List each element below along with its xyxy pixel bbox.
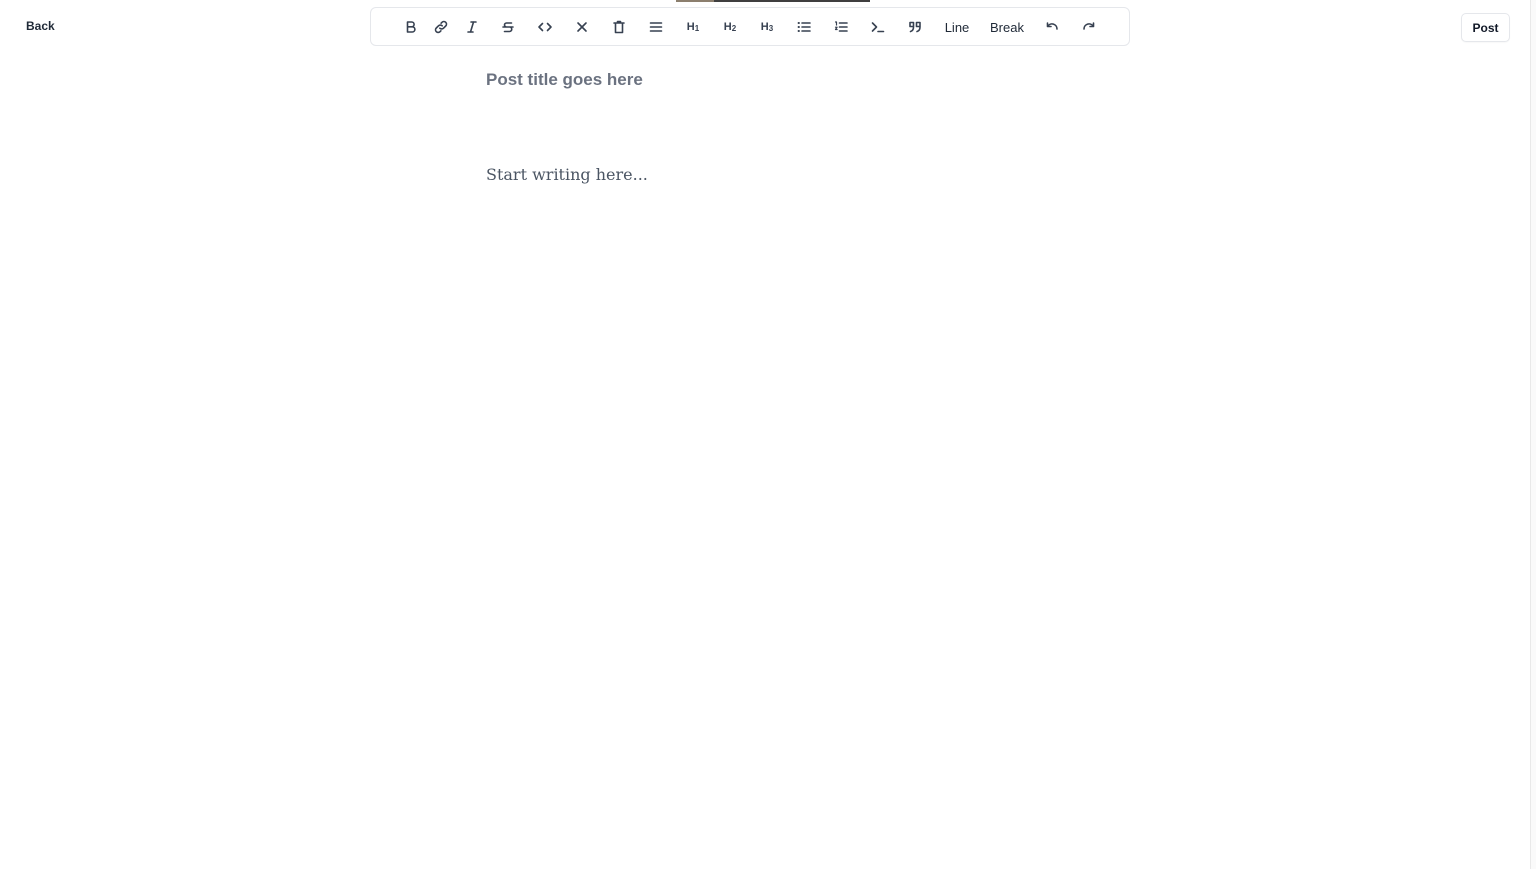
heading-3-button[interactable]: H3 — [755, 15, 779, 39]
bold-icon — [406, 21, 416, 33]
italic-button[interactable] — [462, 15, 482, 39]
terminal-icon — [871, 22, 885, 33]
redo-button[interactable] — [1079, 15, 1099, 39]
code-button[interactable] — [535, 15, 555, 39]
code-block-button[interactable] — [868, 15, 888, 39]
post-button[interactable]: Post — [1461, 13, 1510, 42]
scrollbar[interactable] — [1530, 0, 1536, 869]
heading-2-label: H2 — [723, 21, 737, 33]
redo-icon — [1083, 22, 1095, 30]
code-icon — [538, 22, 552, 32]
top-progress-segment — [676, 0, 714, 2]
heading-2-button[interactable]: H2 — [718, 15, 742, 39]
strikethrough-button[interactable] — [498, 15, 518, 39]
trash-icon — [613, 20, 625, 34]
italic-icon — [467, 21, 477, 33]
horizontal-rule-button[interactable]: Line — [941, 15, 973, 39]
close-icon — [577, 22, 587, 32]
post-title-input[interactable] — [486, 68, 1046, 92]
ordered-list-button[interactable] — [831, 15, 851, 39]
undo-icon — [1046, 22, 1058, 30]
menu-lines-icon — [649, 22, 663, 32]
clear-formatting-button[interactable] — [572, 15, 592, 39]
formatting-toolbar: H1 H2 H3 Line Break — [370, 7, 1130, 46]
heading-1-button[interactable]: H1 — [681, 15, 705, 39]
quote-icon — [909, 21, 921, 33]
hard-break-button[interactable]: Break — [987, 15, 1027, 39]
link-button[interactable] — [431, 15, 451, 39]
post-body-editor[interactable]: Start writing here... — [486, 165, 1046, 195]
top-progress-indicator — [676, 0, 870, 2]
heading-3-label: H3 — [760, 21, 774, 33]
delete-button[interactable] — [609, 15, 629, 39]
heading-1-label: H1 — [686, 21, 700, 33]
hard-break-label: Break — [990, 19, 1024, 35]
paragraph-button[interactable] — [646, 15, 666, 39]
strikethrough-icon — [502, 22, 514, 33]
bullet-list-button[interactable] — [794, 15, 814, 39]
horizontal-rule-label: Line — [944, 19, 970, 35]
bold-button[interactable] — [401, 15, 421, 39]
undo-button[interactable] — [1042, 15, 1062, 39]
back-button[interactable]: Back — [26, 19, 55, 33]
bullet-list-icon — [797, 22, 811, 32]
blockquote-button[interactable] — [905, 15, 925, 39]
ordered-list-icon — [834, 21, 848, 32]
link-icon — [434, 20, 448, 34]
